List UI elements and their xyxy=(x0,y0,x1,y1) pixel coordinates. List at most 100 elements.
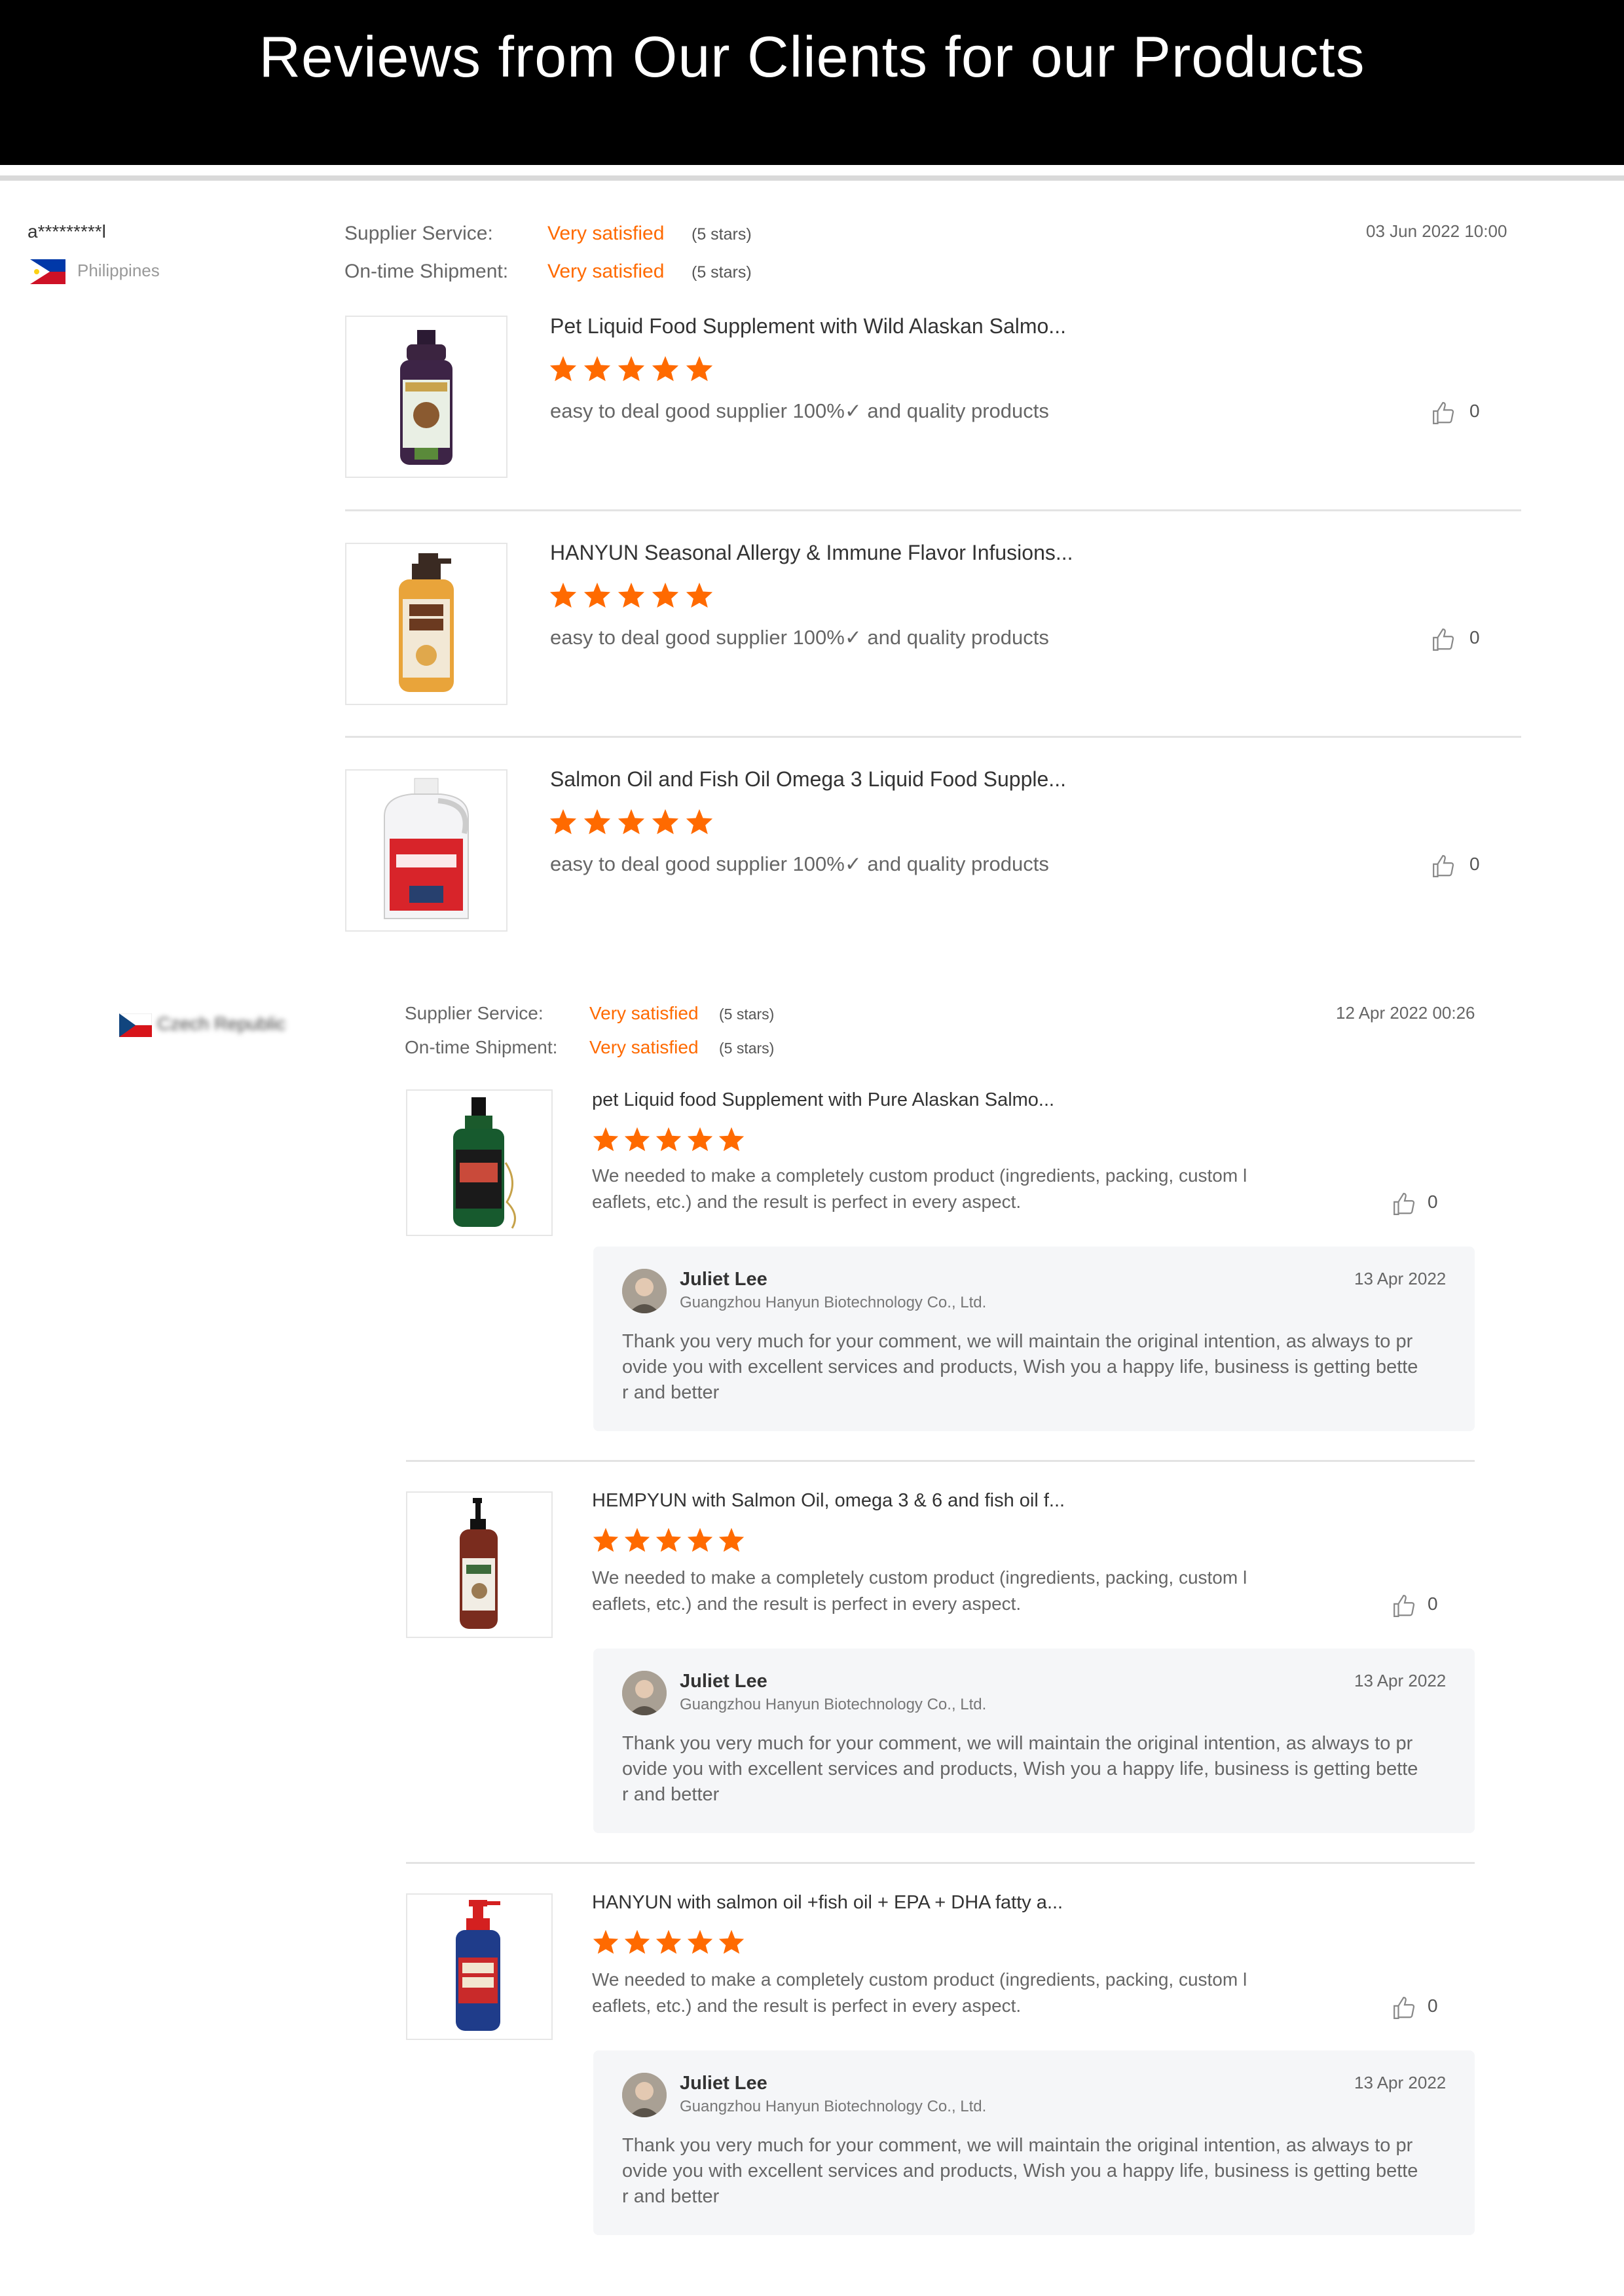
thumbs-up-icon[interactable] xyxy=(1392,1594,1417,1618)
reply-author-name: Juliet Lee xyxy=(680,1671,767,1692)
star-icon xyxy=(593,1929,619,1954)
review-text: easy to deal good supplier 100%✓ and qua… xyxy=(550,852,1049,875)
reply-date: 13 Apr 2022 xyxy=(1354,2073,1447,2092)
item-divider xyxy=(345,736,1521,738)
star-icon xyxy=(593,1127,619,1152)
star-icon xyxy=(583,809,611,835)
reply-author-name: Juliet Lee xyxy=(680,2073,767,2094)
reply-company: Guangzhou Hanyun Biotechnology Co., Ltd. xyxy=(680,1294,987,1311)
rating-stars xyxy=(592,1929,745,1955)
header-divider xyxy=(0,175,1624,181)
star-icon xyxy=(624,1127,650,1152)
thumbs-up-icon[interactable] xyxy=(1431,854,1456,879)
reply-company: Guangzhou Hanyun Biotechnology Co., Ltd. xyxy=(680,1696,987,1713)
like-count: 0 xyxy=(1428,1594,1438,1614)
rating-stars xyxy=(549,581,714,609)
page-title: Reviews from Our Clients for our Product… xyxy=(259,24,1365,89)
product-image[interactable] xyxy=(345,316,507,478)
rating-stars xyxy=(549,355,714,382)
avatar xyxy=(622,1269,667,1313)
item-divider xyxy=(345,509,1521,511)
person-avatar-icon xyxy=(622,1671,667,1715)
product-title[interactable]: HANYUN Seasonal Allergy & Immune Flavor … xyxy=(550,541,1073,565)
like-count: 0 xyxy=(1428,1192,1438,1212)
star-icon xyxy=(549,355,577,382)
reply-text: Thank you very much for your comment, we… xyxy=(622,1733,1418,1805)
star-icon xyxy=(652,582,679,608)
review-text: We needed to make a completely custom pr… xyxy=(592,1567,1247,1614)
star-icon xyxy=(549,582,577,608)
review-text: easy to deal good supplier 100%✓ and qua… xyxy=(550,626,1049,649)
product-title[interactable]: HANYUN with salmon oil +fish oil + EPA +… xyxy=(592,1892,1063,1914)
philippines-flag-icon xyxy=(30,259,65,284)
reply-text: Thank you very much for your comment, we… xyxy=(622,2135,1418,2207)
reply-date: 13 Apr 2022 xyxy=(1354,1269,1447,1288)
star-icon xyxy=(593,1527,619,1552)
star-icon xyxy=(583,355,611,382)
star-icon xyxy=(718,1527,745,1552)
supplier-service-label: Supplier Service: xyxy=(344,223,493,244)
thumbs-up-icon[interactable] xyxy=(1392,1192,1417,1216)
product-image[interactable] xyxy=(345,769,507,932)
thumbs-up-icon[interactable] xyxy=(1392,1995,1417,2020)
star-icon xyxy=(687,1527,713,1552)
person-avatar-icon xyxy=(622,1269,667,1313)
review-date: 12 Apr 2022 00:26 xyxy=(1336,1003,1475,1023)
product-title[interactable]: HEMPYUN with Salmon Oil, omega 3 & 6 and… xyxy=(592,1490,1065,1512)
rating-stars xyxy=(549,808,714,835)
avatar xyxy=(622,2073,667,2117)
product-title[interactable]: pet Liquid food Supplement with Pure Ala… xyxy=(592,1089,1054,1111)
product-image[interactable] xyxy=(345,543,507,705)
star-icon xyxy=(624,1929,650,1954)
like-count: 0 xyxy=(1469,627,1480,647)
like-count: 0 xyxy=(1469,854,1480,874)
item-divider xyxy=(406,1862,1475,1864)
like-count: 0 xyxy=(1428,1995,1438,2016)
star-icon xyxy=(687,1929,713,1954)
review-date: 03 Jun 2022 10:00 xyxy=(1366,221,1507,241)
czech-flag-icon xyxy=(119,1013,152,1037)
star-icon xyxy=(687,1127,713,1152)
reviewer-country: Philippines xyxy=(77,261,160,280)
product-bottle-image xyxy=(460,1498,498,1629)
product-bottle-image xyxy=(456,1900,500,2031)
product-title[interactable]: Pet Liquid Food Supplement with Wild Ala… xyxy=(550,314,1066,338)
shipment-stars: (5 stars) xyxy=(692,263,752,282)
star-icon xyxy=(652,355,679,382)
shipment-rating: Very satisfied xyxy=(589,1037,699,1057)
product-title[interactable]: Salmon Oil and Fish Oil Omega 3 Liquid F… xyxy=(550,767,1066,792)
rating-stars xyxy=(592,1527,745,1553)
star-icon xyxy=(624,1527,650,1552)
supplier-service-rating: Very satisfied xyxy=(589,1003,699,1023)
seller-reply: Juliet Lee Guangzhou Hanyun Biotechnolog… xyxy=(593,1649,1475,1833)
product-image[interactable] xyxy=(406,1089,553,1236)
review-text: We needed to make a completely custom pr… xyxy=(592,1165,1247,1212)
star-icon xyxy=(583,582,611,608)
product-bottle-image xyxy=(453,1097,516,1229)
seller-reply: Juliet Lee Guangzhou Hanyun Biotechnolog… xyxy=(593,1247,1475,1431)
star-icon xyxy=(618,355,645,382)
item-divider xyxy=(406,1460,1475,1462)
reply-date: 13 Apr 2022 xyxy=(1354,1671,1447,1690)
supplier-service-stars: (5 stars) xyxy=(719,1006,775,1023)
product-bottle-image xyxy=(399,553,454,692)
shipment-stars: (5 stars) xyxy=(719,1040,775,1057)
reviewer-country: Czech Republic xyxy=(157,1013,286,1034)
star-icon xyxy=(549,809,577,835)
star-icon xyxy=(718,1127,745,1152)
thumbs-up-icon[interactable] xyxy=(1431,627,1456,652)
product-bottle-image xyxy=(400,330,452,465)
product-image[interactable] xyxy=(406,1893,553,2040)
product-image[interactable] xyxy=(406,1491,553,1638)
rating-stars xyxy=(592,1126,745,1152)
star-icon xyxy=(618,582,645,608)
reply-author-name: Juliet Lee xyxy=(680,1269,767,1290)
thumbs-up-icon[interactable] xyxy=(1431,401,1456,426)
like-count: 0 xyxy=(1469,401,1480,421)
shipment-label: On-time Shipment: xyxy=(344,261,509,282)
star-icon xyxy=(686,355,713,382)
supplier-service-rating: Very satisfied xyxy=(547,223,665,244)
reviewer-name: a*********l xyxy=(28,221,106,242)
star-icon xyxy=(652,809,679,835)
star-icon xyxy=(655,1929,682,1954)
